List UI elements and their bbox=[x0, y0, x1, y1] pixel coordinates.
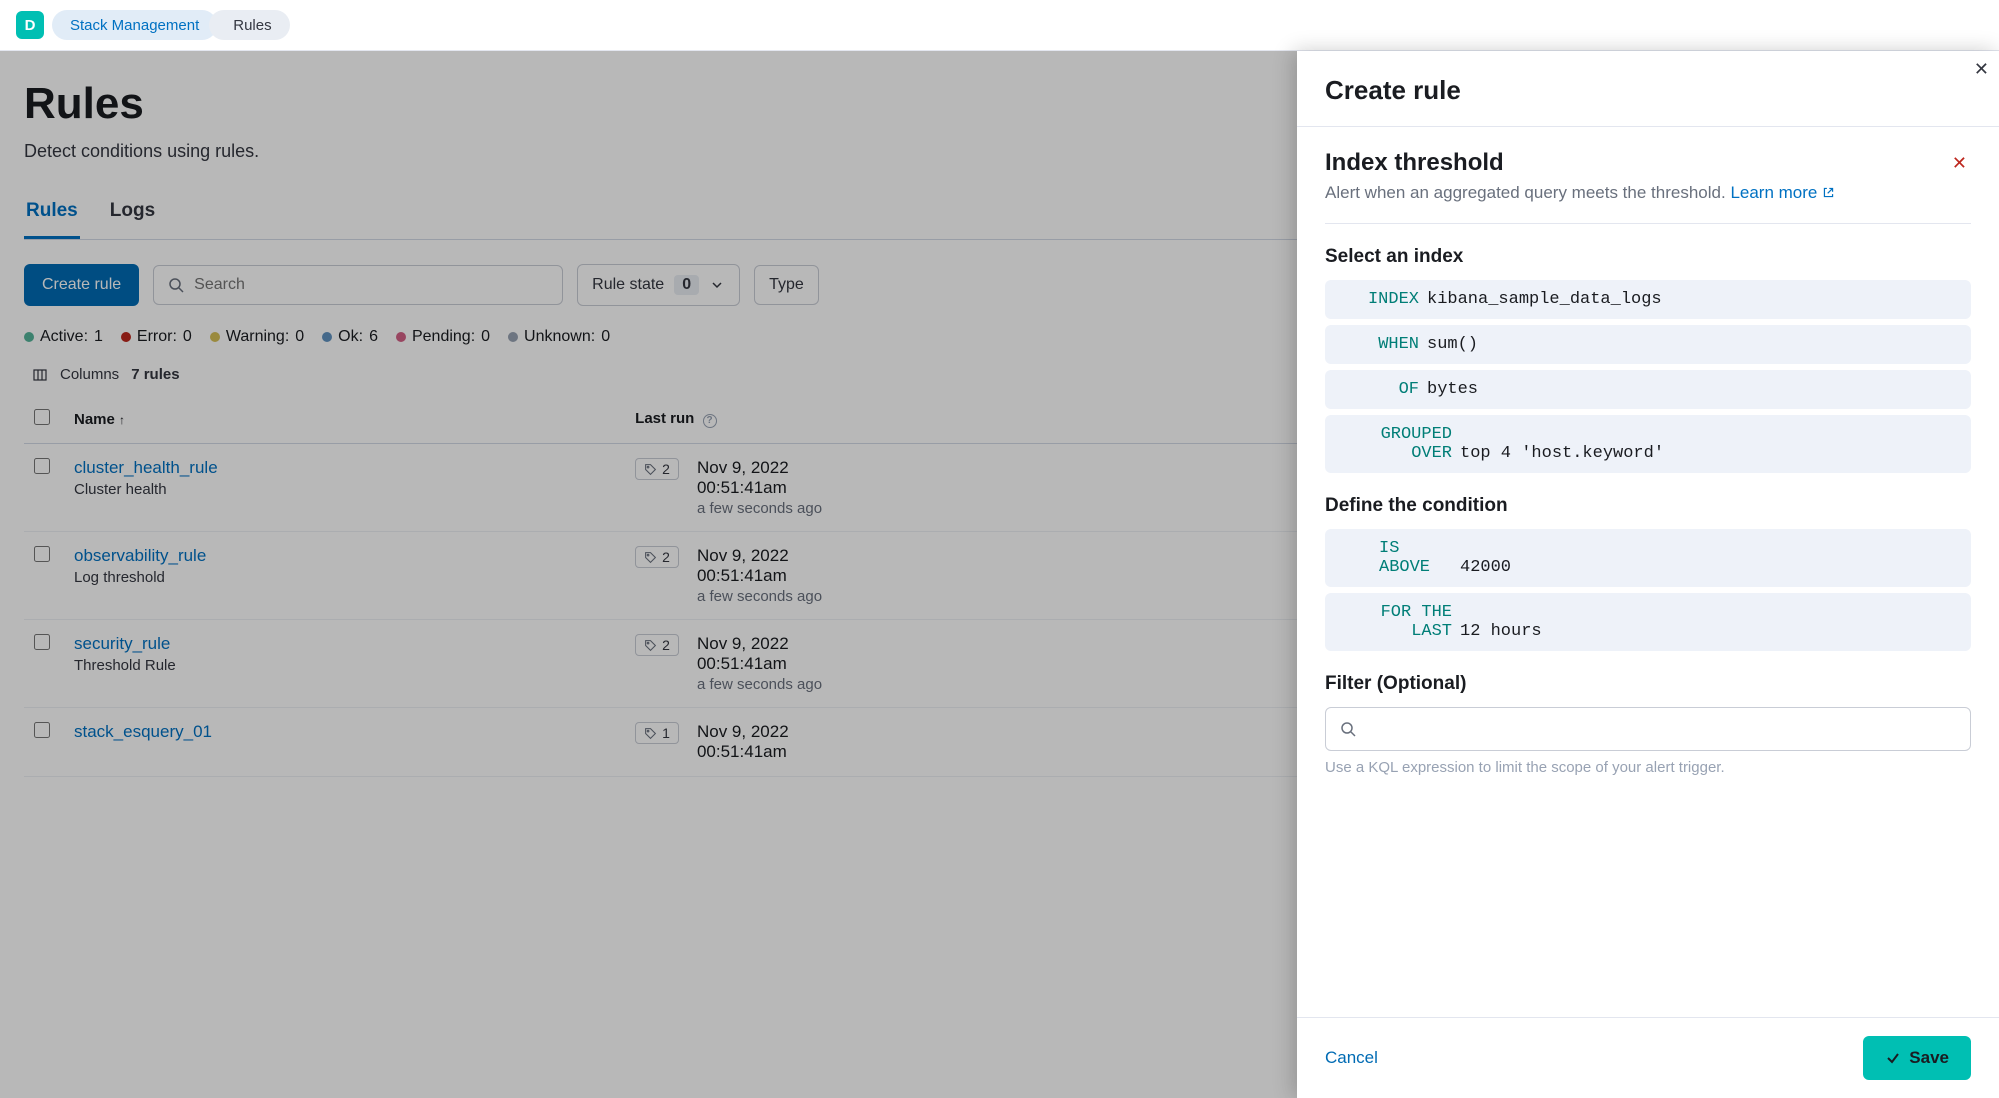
expr-when[interactable]: WHENsum() bbox=[1325, 325, 1971, 364]
expr-index[interactable]: INDEXkibana_sample_data_logs bbox=[1325, 280, 1971, 319]
filter-label: Filter (Optional) bbox=[1325, 673, 1971, 695]
create-rule-flyout: ✕ Create rule Index threshold Alert when… bbox=[1297, 51, 1999, 1098]
breadcrumb-bar: D Stack Management Rules bbox=[0, 0, 1999, 51]
filter-input-wrap[interactable] bbox=[1325, 707, 1971, 751]
expr-for-the-last[interactable]: FOR THE LAST12 hours bbox=[1325, 593, 1971, 651]
check-icon bbox=[1885, 1050, 1901, 1066]
cancel-button[interactable]: Cancel bbox=[1325, 1048, 1378, 1068]
section-index-threshold-title: Index threshold bbox=[1325, 149, 1835, 177]
breadcrumb-rules: Rules bbox=[209, 10, 289, 40]
learn-more-link[interactable]: Learn more bbox=[1730, 183, 1835, 202]
define-condition-label: Define the condition bbox=[1325, 495, 1971, 517]
close-icon[interactable]: ✕ bbox=[1974, 59, 1989, 80]
expr-grouped-over[interactable]: GROUPED OVERtop 4 'host.keyword' bbox=[1325, 415, 1971, 473]
save-button[interactable]: Save bbox=[1863, 1036, 1971, 1080]
app-badge[interactable]: D bbox=[16, 11, 44, 39]
section-index-threshold-subtitle: Alert when an aggregated query meets the… bbox=[1325, 183, 1835, 203]
flyout-title: Create rule bbox=[1325, 75, 1461, 106]
remove-rule-type-icon[interactable]: ✕ bbox=[1948, 149, 1971, 178]
expr-is-above[interactable]: IS ABOVE42000 bbox=[1325, 529, 1971, 587]
breadcrumb-stack-management[interactable]: Stack Management bbox=[52, 10, 217, 40]
filter-hint: Use a KQL expression to limit the scope … bbox=[1325, 759, 1971, 776]
search-icon bbox=[1340, 721, 1356, 737]
expr-of[interactable]: OFbytes bbox=[1325, 370, 1971, 409]
filter-input[interactable] bbox=[1366, 720, 1956, 738]
external-link-icon bbox=[1822, 186, 1835, 199]
select-index-label: Select an index bbox=[1325, 246, 1971, 268]
